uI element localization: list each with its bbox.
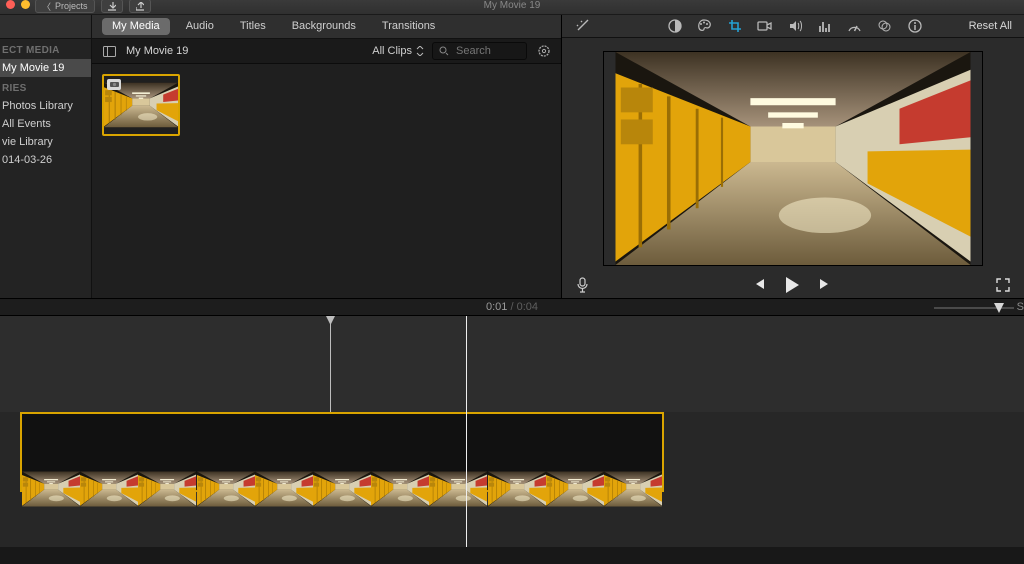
tab-transitions[interactable]: Transitions [372,18,445,35]
timeline-settings-hint[interactable]: S [1017,301,1024,313]
next-button[interactable] [818,277,834,293]
back-label: Projects [55,1,88,11]
search-icon [439,46,449,56]
browser-title: My Movie 19 [126,45,188,57]
viewer-toolbar: Reset All [562,15,1024,38]
viewer-screen[interactable] [562,38,1024,271]
sidebar-item-library[interactable]: vie Library [0,133,91,151]
sidebar-header-libraries: RIES [0,77,91,97]
speed-icon[interactable] [847,18,863,34]
share-button[interactable] [129,0,151,13]
list-view-toggle[interactable] [100,43,118,59]
tab-titles[interactable]: Titles [230,18,276,35]
timeline[interactable] [0,316,1024,547]
tab-audio[interactable]: Audio [176,18,224,35]
transport-bar [562,271,1024,298]
browser-toolbar: My Movie 19 All Clips [92,39,561,64]
playhead[interactable] [466,316,467,547]
browser-settings-button[interactable] [535,42,553,60]
timeline-clip[interactable] [20,412,664,492]
voiceover-button[interactable] [576,277,589,293]
import-icon [108,2,116,11]
clip-filmstrip [22,414,662,564]
window-title: My Movie 19 [484,0,541,11]
tab-backgrounds[interactable]: Backgrounds [282,18,366,35]
sidebar-item-photos[interactable]: Photos Library [0,97,91,115]
window-minimize-button[interactable] [21,0,30,9]
filters-icon[interactable] [877,18,893,34]
gear-icon [537,44,551,58]
crop-icon[interactable] [727,18,743,34]
info-icon[interactable] [907,18,923,34]
updown-icon [416,46,424,56]
sidebar-item-date[interactable]: 014-03-26 [0,151,91,169]
camera-badge-icon [107,79,121,90]
library-sidebar: ECT MEDIA My Movie 19 RIES Photos Librar… [0,15,92,298]
share-icon [136,2,144,11]
search-field[interactable] [432,42,527,60]
timecode-bar: 0:01 / 0:04 S [0,298,1024,316]
clip-filter-label: All Clips [372,45,412,57]
current-time: 0:01 [486,301,507,313]
eq-icon[interactable] [817,18,833,34]
volume-icon[interactable] [787,18,803,34]
balance-icon[interactable] [667,18,683,34]
clip-filter-dropdown[interactable]: All Clips [372,45,424,57]
media-tabs: My Media Audio Titles Backgrounds Transi… [92,15,561,39]
timeline-zoom-slider[interactable] [934,303,1014,313]
reset-all-button[interactable]: Reset All [969,20,1012,32]
camcorder-icon[interactable] [757,18,773,34]
palette-icon[interactable] [697,18,713,34]
total-time: 0:04 [517,301,538,313]
search-input[interactable] [454,44,514,58]
back-to-projects-button[interactable]: 〈Projects [35,0,95,13]
play-button[interactable] [784,276,802,294]
sidebar-item-events[interactable]: All Events [0,115,91,133]
sidebar-toggle-icon [103,46,116,57]
media-clip-thumbnail[interactable] [102,74,180,136]
wand-icon[interactable] [574,18,590,34]
preview-frame-image [604,52,982,265]
sidebar-project-item[interactable]: My Movie 19 [0,59,91,77]
import-button[interactable] [101,0,123,13]
skimmer-marker[interactable] [330,316,331,412]
mic-icon [576,277,589,293]
tab-my-media[interactable]: My Media [102,18,170,35]
media-grid[interactable] [92,64,561,298]
sidebar-header-media: ECT MEDIA [0,39,91,59]
window-close-button[interactable] [6,0,15,9]
prev-button[interactable] [752,277,768,293]
fullscreen-button[interactable] [996,278,1010,292]
fullscreen-icon [996,278,1010,292]
window-titlebar: 〈Projects My Movie 19 [0,0,1024,15]
